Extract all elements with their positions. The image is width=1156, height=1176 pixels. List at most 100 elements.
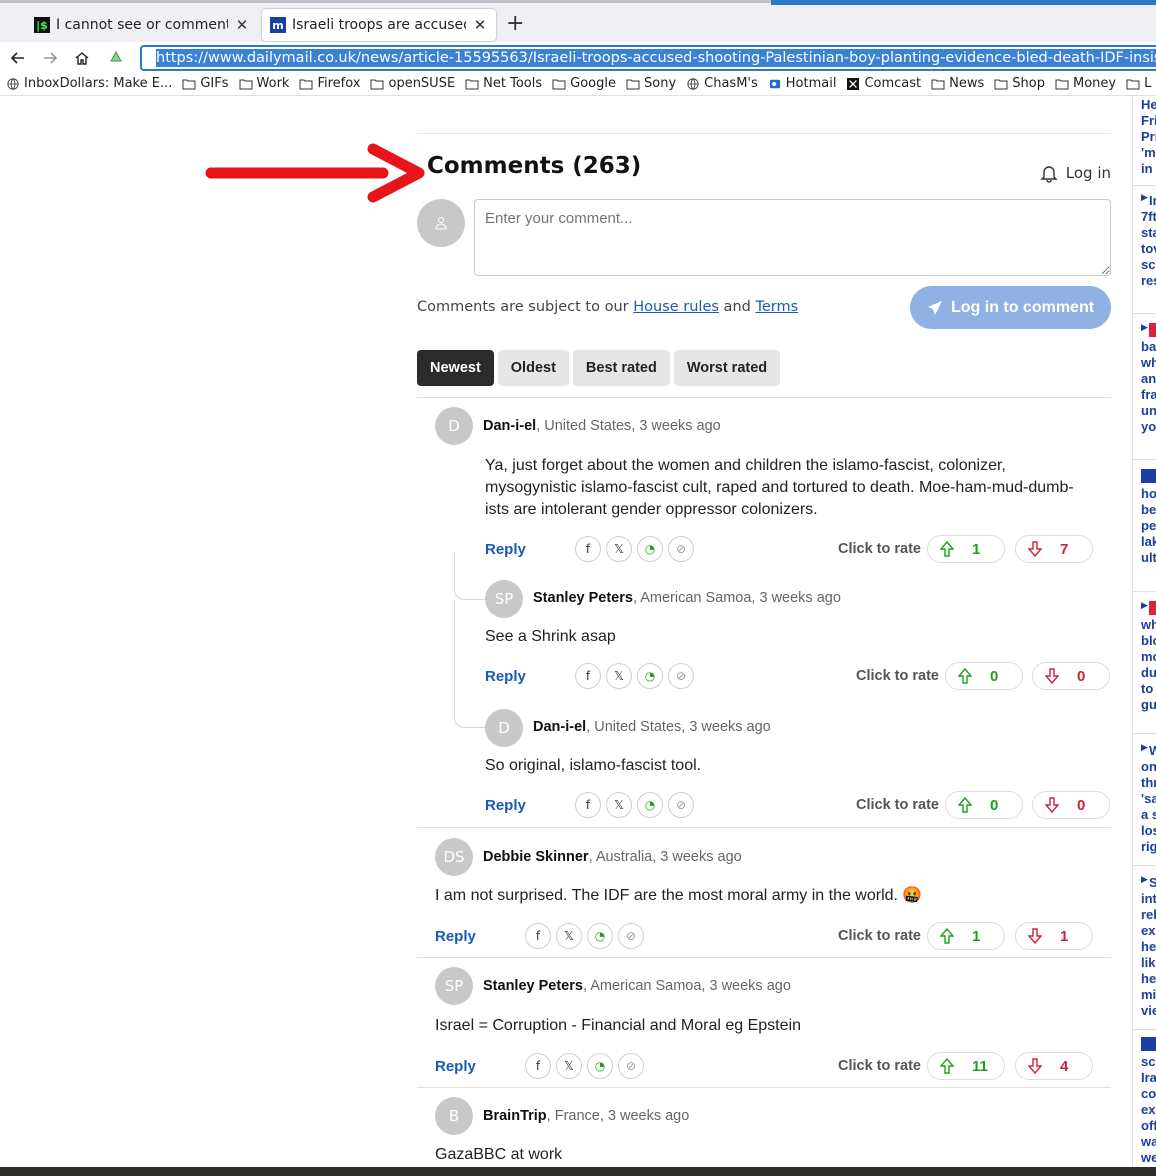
comment-input[interactable]: [474, 199, 1111, 276]
bookmark-folder[interactable]: Work: [239, 76, 289, 91]
link-icon[interactable]: ⊘: [668, 792, 694, 818]
bookmark-folder[interactable]: Money: [1055, 76, 1116, 91]
forward-button[interactable]: [38, 46, 62, 70]
sort-worst-rated[interactable]: Worst rated: [673, 350, 781, 386]
whatsapp-icon[interactable]: ◔: [637, 663, 663, 689]
facebook-icon[interactable]: f: [575, 663, 601, 689]
close-icon[interactable]: ✕: [472, 16, 488, 34]
comment-author[interactable]: Dan-i-el: [483, 418, 536, 434]
downvote-button[interactable]: 4: [1015, 1052, 1093, 1080]
link-icon[interactable]: ⊘: [618, 923, 644, 949]
reply-button[interactable]: Reply: [485, 541, 526, 558]
whatsapp-icon[interactable]: ◔: [637, 792, 663, 818]
downvote-button[interactable]: 1: [1015, 922, 1093, 950]
upvote-button[interactable]: 0: [945, 662, 1023, 690]
comment-text: I am not surprised. The IDF are the most…: [435, 887, 923, 904]
upvote-button[interactable]: 0: [945, 791, 1023, 819]
bookmark-folder[interactable]: Shop: [994, 76, 1045, 91]
bookmark-folder[interactable]: News: [931, 76, 984, 91]
reply-button[interactable]: Reply: [485, 797, 526, 814]
sidebar-teaser[interactable]: scIracoexoffwawe: [1141, 1054, 1156, 1166]
house-rules-link[interactable]: House rules: [633, 299, 719, 315]
comment-author[interactable]: BrainTrip: [483, 1108, 547, 1124]
link-icon[interactable]: ⊘: [618, 1053, 644, 1079]
comment-author[interactable]: Stanley Peters: [533, 590, 633, 606]
whatsapp-icon[interactable]: ◔: [587, 1053, 613, 1079]
bookmark-item[interactable]: InboxDollars: Make E...: [6, 76, 172, 91]
link-icon[interactable]: ⊘: [668, 663, 694, 689]
extension-button[interactable]: [104, 46, 128, 70]
bookmark-folder[interactable]: GIFs: [182, 76, 229, 91]
bookmark-folder[interactable]: Net Tools: [465, 76, 542, 91]
sidebar-teaser[interactable]: S: [1149, 875, 1156, 891]
upvote-button[interactable]: 1: [927, 535, 1005, 563]
user-avatar: [417, 199, 465, 247]
tab-terminal[interactable]: |$ I cannot see or comment in " ✕: [26, 9, 258, 41]
facebook-icon[interactable]: f: [525, 1053, 551, 1079]
comment-author[interactable]: Stanley Peters: [483, 978, 583, 994]
bookmark-folder[interactable]: Firefox: [299, 76, 360, 91]
bookmark-item[interactable]: Comcast: [846, 76, 921, 91]
sidebar-teaser[interactable]: HeFriPri'min: [1141, 97, 1156, 177]
upvote-button[interactable]: 11: [927, 1052, 1005, 1080]
link-icon[interactable]: ⊘: [668, 536, 694, 562]
login-to-comment-button[interactable]: Log in to comment: [910, 286, 1111, 329]
facebook-icon[interactable]: f: [525, 923, 551, 949]
comment-author[interactable]: Dan-i-el: [533, 719, 586, 735]
x-share-icon[interactable]: 𝕏: [556, 1053, 582, 1079]
facebook-icon[interactable]: f: [575, 536, 601, 562]
x-share-icon[interactable]: 𝕏: [606, 792, 632, 818]
back-button[interactable]: [6, 46, 30, 70]
sidebar-teaser[interactable]: In: [1149, 193, 1156, 209]
downvote-button[interactable]: 7: [1015, 535, 1093, 563]
sidebar-teaser[interactable]: intrelexhelikhemivie: [1141, 891, 1156, 1019]
comment-meta: , United States, 3 weeks ago: [536, 418, 721, 434]
downvote-button[interactable]: 0: [1032, 791, 1110, 819]
login-link[interactable]: Log in: [1040, 163, 1111, 183]
bookmark-folder[interactable]: openSUSE: [370, 76, 455, 91]
sidebar-text: 'sa: [1141, 791, 1156, 806]
desktop-background: [0, 1167, 1156, 1176]
sidebar-teaser[interactable]: onthr'saa slosrig: [1141, 759, 1156, 855]
divider: [417, 133, 1111, 134]
new-tab-button[interactable]: +: [506, 13, 524, 35]
reply-button[interactable]: Reply: [435, 928, 476, 945]
x-share-icon[interactable]: 𝕏: [606, 663, 632, 689]
home-button[interactable]: [70, 46, 94, 70]
x-share-icon[interactable]: 𝕏: [556, 923, 582, 949]
bookmark-item[interactable]: ChasM's: [686, 76, 758, 91]
dailymail-logo-icon: [1141, 469, 1156, 483]
arrow-up-icon: [940, 928, 954, 944]
x-share-icon[interactable]: 𝕏: [606, 536, 632, 562]
bookmark-folder[interactable]: Sony: [626, 76, 676, 91]
bookmark-item[interactable]: Hotmail: [768, 76, 836, 91]
divider: [1133, 459, 1156, 460]
url-bar[interactable]: https://www.dailymail.co.uk/news/article…: [140, 45, 1156, 71]
sidebar-text: fra: [1141, 387, 1156, 402]
bookmark-folder[interactable]: L: [1126, 76, 1151, 91]
sidebar-text: thr: [1141, 775, 1156, 790]
whatsapp-icon[interactable]: ◔: [637, 536, 663, 562]
upvote-button[interactable]: 1: [927, 922, 1005, 950]
terminal-favicon-icon: |$: [34, 17, 50, 33]
tab-dailymail[interactable]: m Israeli troops are accused of ✕: [262, 9, 496, 41]
sidebar-teaser[interactable]: bawhanfraunyo: [1141, 339, 1156, 435]
reply-button[interactable]: Reply: [435, 1058, 476, 1075]
comment-text: See a Shrink asap: [485, 628, 616, 645]
whatsapp-icon[interactable]: ◔: [587, 923, 613, 949]
reply-button[interactable]: Reply: [485, 668, 526, 685]
sidebar-teaser[interactable]: whblomodutogu: [1141, 617, 1156, 713]
comment-author[interactable]: Debbie Skinner: [483, 849, 589, 865]
bookmark-folder[interactable]: Google: [552, 76, 616, 91]
sort-best-rated[interactable]: Best rated: [572, 350, 670, 386]
facebook-icon[interactable]: f: [575, 792, 601, 818]
close-icon[interactable]: ✕: [234, 16, 250, 34]
sidebar-teaser[interactable]: hobepelakult: [1141, 486, 1156, 566]
sidebar-teaser[interactable]: W: [1149, 743, 1156, 759]
sort-oldest[interactable]: Oldest: [497, 350, 569, 386]
sidebar-teaser[interactable]: 7ftstatovscres: [1141, 209, 1156, 289]
terms-link[interactable]: Terms: [755, 299, 798, 315]
sort-newest[interactable]: Newest: [417, 350, 494, 386]
play-icon: ▶: [1141, 875, 1148, 885]
downvote-button[interactable]: 0: [1032, 662, 1110, 690]
